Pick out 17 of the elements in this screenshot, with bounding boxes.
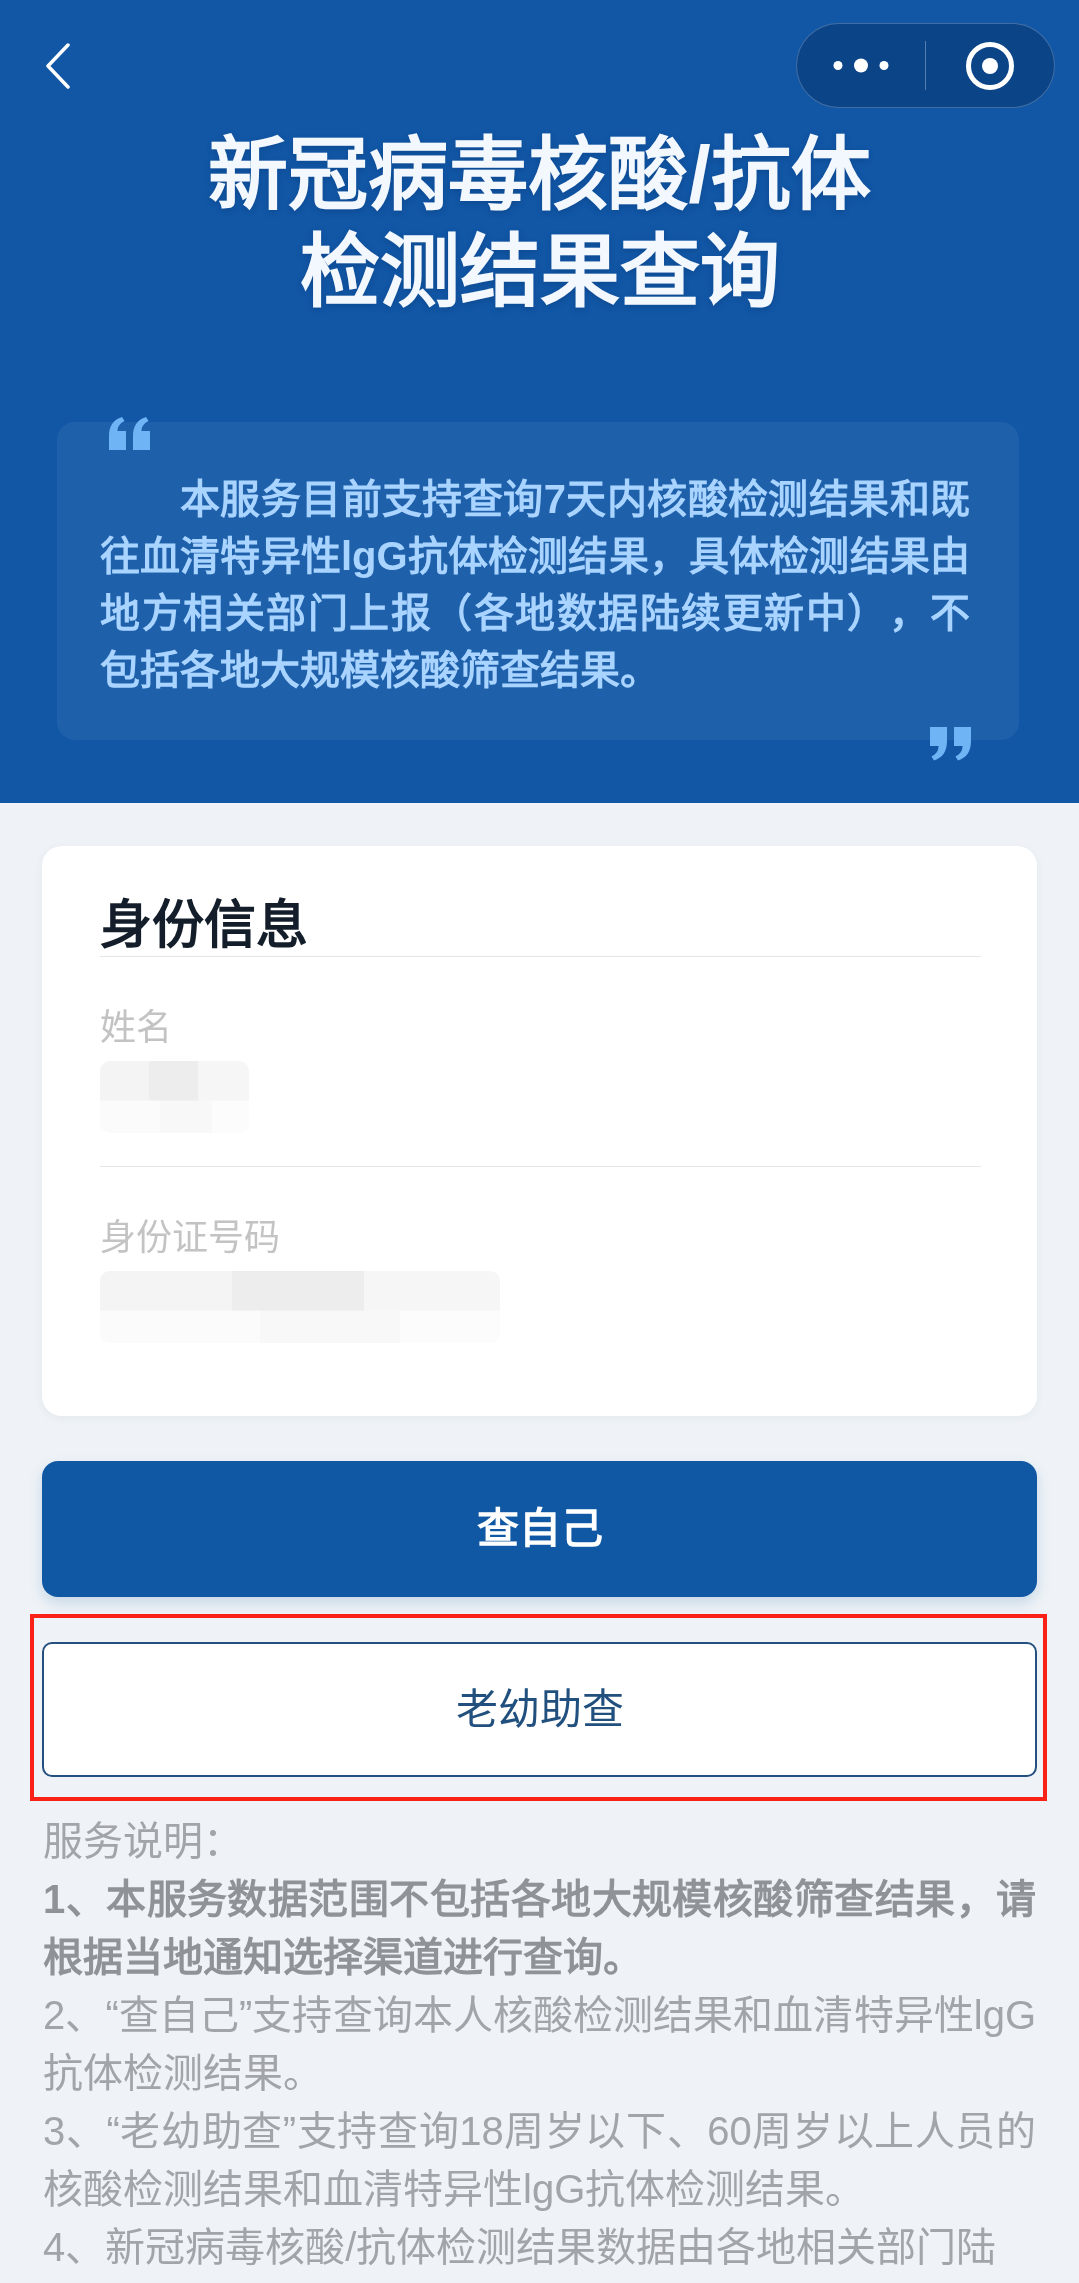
open-quote-icon — [109, 417, 150, 450]
circle-dot-icon[interactable] — [965, 40, 1015, 91]
section-title: 身份信息 — [100, 895, 309, 956]
note-item: 1、本服务数据范围不包括各地大规模核酸筛查结果，请根据当地通知选择渠道进行查询。 — [43, 1876, 1036, 1981]
back-icon[interactable] — [45, 43, 71, 89]
field-label: 姓名 — [100, 1006, 173, 1050]
note-item: 2、“查自己”支持查询本人核酸检测结果和血清特异性lgG抗体检测结果。 — [43, 1992, 1036, 2097]
note-item: 3、“老幼助查”支持查询18周岁以下、60周岁以上人员的核酸检测结果和血清特异性lgG抗体检测结果。 — [43, 2108, 1036, 2213]
field-label: 身份证号码 — [100, 1216, 281, 1260]
query-self-button[interactable]: 查自己 — [42, 1461, 1037, 1597]
note-item: 4、新冠病毒核酸/抗体检测结果数据由各地相关部门陆 — [43, 2224, 998, 2271]
close-quote-icon — [930, 727, 971, 761]
notes-heading: 服务说明： — [43, 1818, 244, 1865]
more-icon[interactable] — [833, 58, 889, 73]
assist-query-button[interactable]: 老幼助查 — [42, 1642, 1037, 1777]
page-title: 新冠病毒核酸/抗体检测结果查询 — [207, 129, 872, 318]
notice-text: 本服务目前支持查询7天内核酸检测结果和既往血清特异性lgG抗体检测结果，具体检测结果由地方相关部门上报（各地数据陆续更新中），不包括各地大规模核酸筛查结果。 — [100, 476, 970, 694]
